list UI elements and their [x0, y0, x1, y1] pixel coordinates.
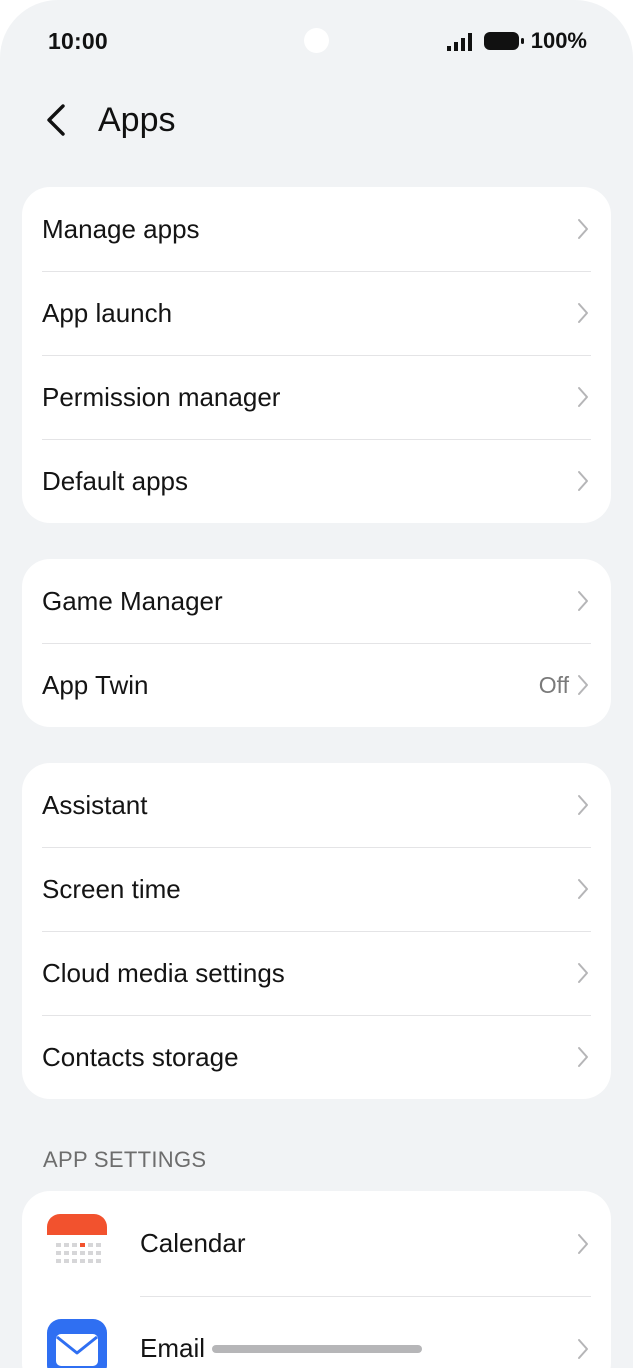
default-apps-item[interactable]: Default apps — [22, 439, 611, 523]
home-indicator[interactable] — [212, 1345, 422, 1353]
row-label: Default apps — [42, 465, 188, 496]
chevron-right-icon — [575, 470, 591, 492]
chevron-right-icon — [575, 1338, 591, 1360]
calendar-icon — [47, 1213, 107, 1274]
chevron-right-icon — [575, 386, 591, 408]
row-label: Manage apps — [42, 213, 200, 244]
assistant-item[interactable]: Assistant — [22, 763, 611, 847]
chevron-right-icon — [575, 1046, 591, 1068]
app-settings-section-title: APP SETTINGS — [43, 1147, 207, 1172]
email-icon — [47, 1318, 107, 1368]
signal-icon — [446, 33, 472, 51]
chevron-right-icon — [575, 590, 591, 612]
settings-group-3: Assistant Screen time Cloud media settin… — [22, 763, 611, 1099]
contacts-storage-item[interactable]: Contacts storage — [22, 1015, 611, 1099]
row-label: Permission manager — [42, 381, 281, 412]
row-label: App Twin — [42, 669, 149, 700]
row-label: Screen time — [42, 873, 181, 904]
row-label: App launch — [42, 297, 173, 328]
game-manager-item[interactable]: Game Manager — [22, 559, 611, 643]
page-header: Apps — [44, 92, 176, 148]
battery-icon — [483, 32, 524, 50]
chevron-right-icon — [575, 962, 591, 984]
row-label: Assistant — [42, 789, 148, 820]
email-app-item[interactable]: Email — [22, 1296, 611, 1368]
page-title: Apps — [98, 100, 176, 139]
apps-settings-screen: 10:00 100% Apps Manage apps App launch P… — [0, 0, 633, 1368]
chevron-right-icon — [575, 674, 591, 696]
app-twin-status: Off — [538, 671, 569, 698]
settings-group-2: Game Manager App Twin Off — [22, 559, 611, 727]
app-label: Calendar — [140, 1228, 246, 1258]
chevron-right-icon — [575, 878, 591, 900]
chevron-right-icon — [575, 302, 591, 324]
app-settings-group: Calendar Email — [22, 1191, 611, 1368]
manage-apps-item[interactable]: Manage apps — [22, 187, 611, 271]
chevron-right-icon — [575, 794, 591, 816]
front-camera — [304, 28, 329, 53]
settings-group-1: Manage apps App launch Permission manage… — [22, 187, 611, 523]
battery-percentage: 100% — [530, 28, 587, 53]
chevron-right-icon — [575, 218, 591, 240]
status-bar: 10:00 100% — [48, 26, 587, 56]
chevron-left-icon — [47, 104, 65, 136]
calendar-app-item[interactable]: Calendar — [22, 1191, 611, 1296]
cloud-media-settings-item[interactable]: Cloud media settings — [22, 931, 611, 1015]
chevron-right-icon — [575, 1233, 591, 1255]
app-twin-item[interactable]: App Twin Off — [22, 643, 611, 727]
row-label: Cloud media settings — [42, 957, 285, 988]
screen-time-item[interactable]: Screen time — [22, 847, 611, 931]
row-label: Game Manager — [42, 585, 223, 616]
back-button[interactable] — [44, 92, 84, 148]
row-label: Contacts storage — [42, 1041, 239, 1072]
status-time: 10:00 — [48, 27, 108, 54]
permission-manager-item[interactable]: Permission manager — [22, 355, 611, 439]
app-launch-item[interactable]: App launch — [22, 271, 611, 355]
status-icons: 100% — [446, 28, 587, 54]
